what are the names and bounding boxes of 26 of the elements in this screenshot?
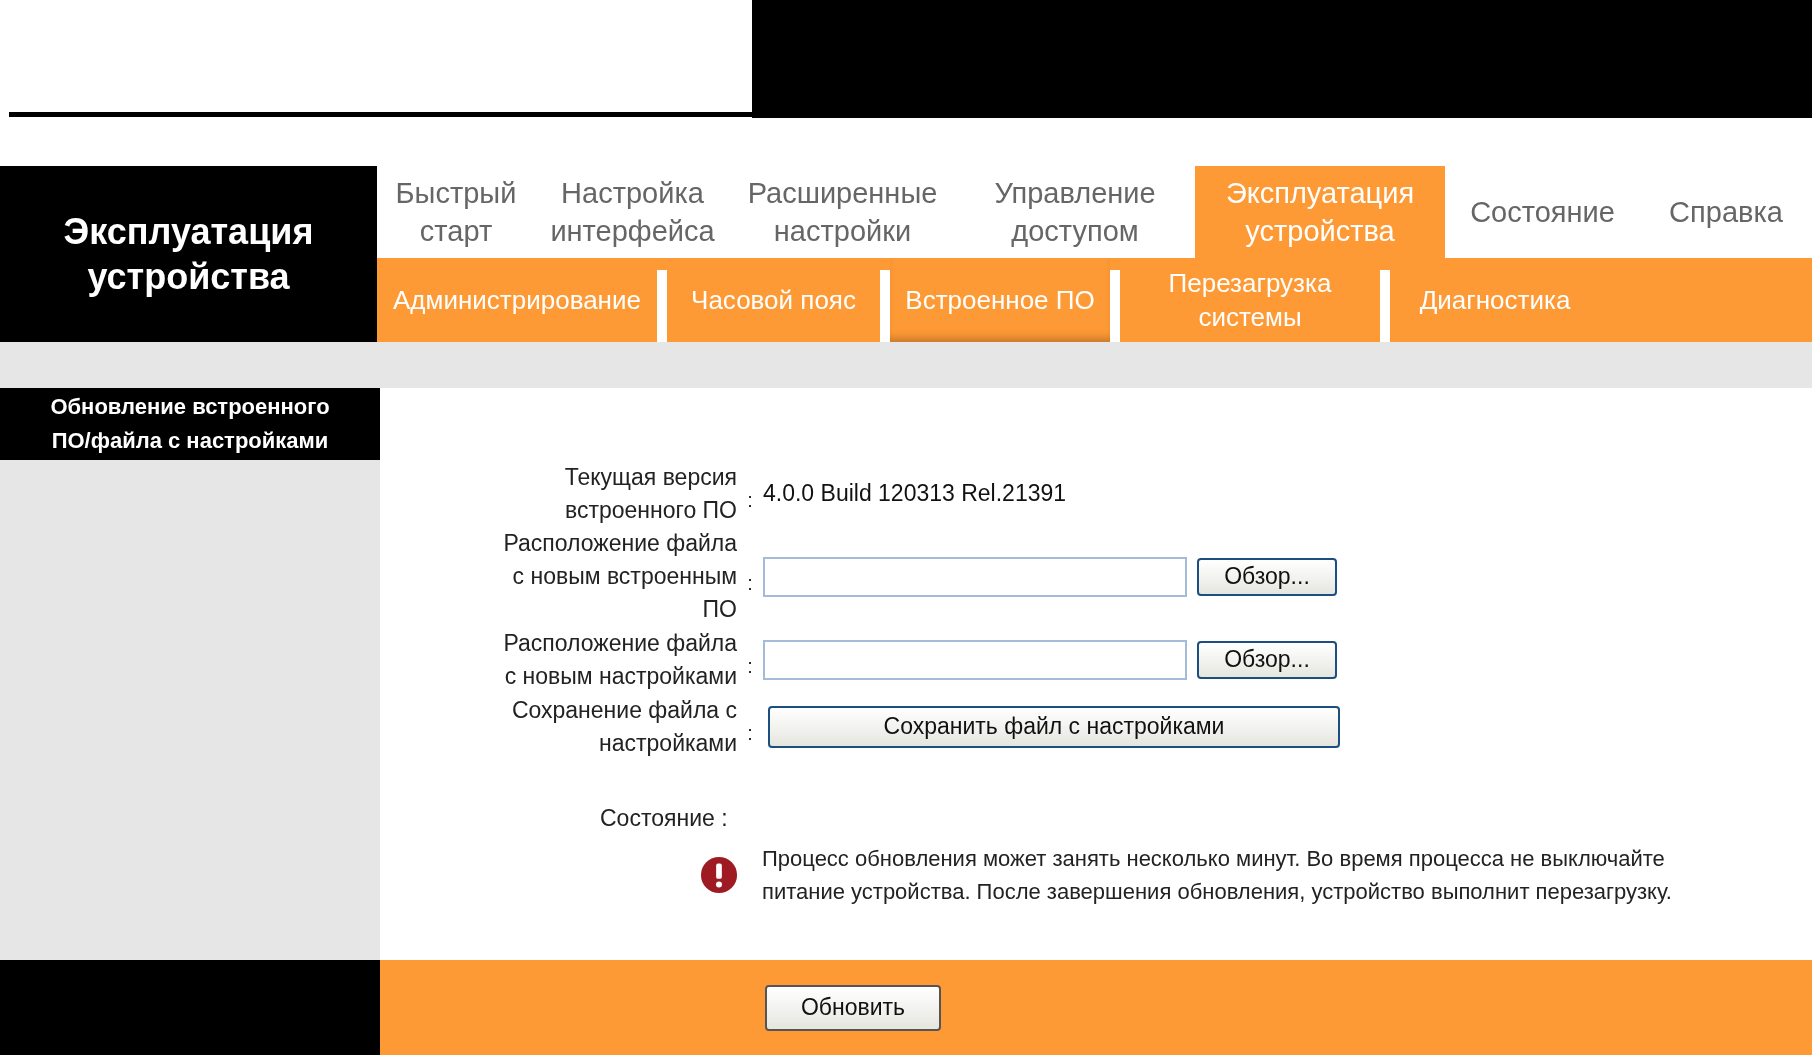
colon: :: [746, 721, 754, 745]
update-button[interactable]: Обновить: [765, 984, 941, 1031]
colon: :: [746, 571, 754, 595]
save-settings-button[interactable]: Сохранить файл с настройками: [768, 705, 1340, 748]
colon: :: [746, 654, 754, 678]
page-title: Эксплуатация устройства: [0, 166, 377, 342]
status-label: Состояние :: [600, 805, 728, 831]
file-path-field[interactable]: [763, 556, 1187, 597]
field-label: Расположение файла с новым встроенным ПО: [502, 529, 737, 624]
field-label: Расположение файла с новым настройками: [502, 628, 737, 691]
browse-button[interactable]: Обзор...: [1197, 557, 1337, 596]
nav-tab[interactable]: Состояние: [1445, 166, 1640, 258]
colon: :: [746, 488, 754, 512]
field-label: Сохранение файла с настройками: [510, 695, 737, 758]
browse-button[interactable]: Обзор...: [1197, 640, 1337, 679]
warning-message: Процесс обновления может занять несколько минут. Во время процесса не выключайте питание устройства. После завершения обновления, устройство выполнит перезагрузку.: [762, 845, 1673, 906]
warning-icon: [700, 856, 738, 894]
file-path-field[interactable]: [763, 639, 1187, 680]
nav-tab[interactable]: Настройка интерфейса: [535, 166, 730, 258]
nav-tab[interactable]: Расширенные настройки: [730, 166, 955, 258]
version-value: 4.0.0 Build 120313 Rel.21391: [763, 480, 1067, 507]
field-label: Текущая версия встроенного ПО: [563, 462, 737, 525]
nav-tab[interactable]: Быстрый старт: [377, 166, 535, 258]
nav-tab[interactable]: Справка: [1640, 166, 1812, 258]
section-title: Обновление встроенного ПО/файла с настройками: [0, 388, 380, 460]
nav-tab[interactable]: Управление доступом: [955, 166, 1195, 258]
